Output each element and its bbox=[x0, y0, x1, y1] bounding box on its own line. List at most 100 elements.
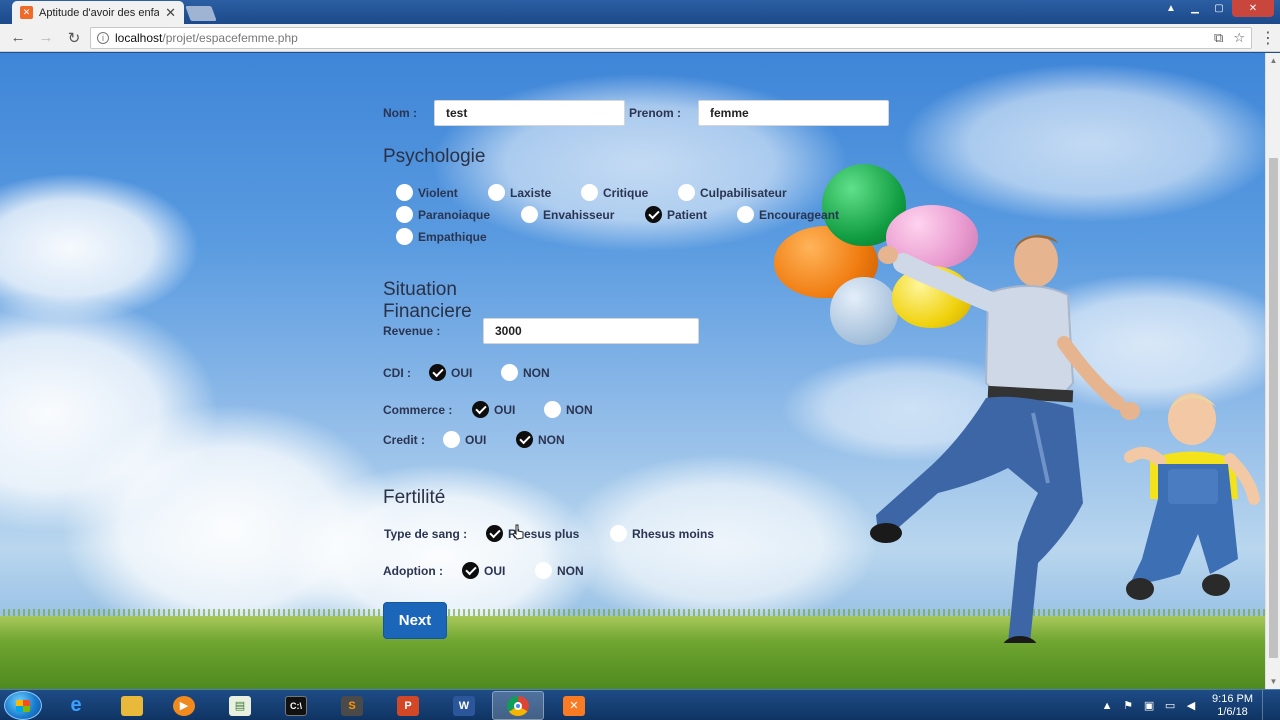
radio-critique[interactable]: Critique bbox=[581, 184, 648, 201]
rhesus-moins-radio[interactable]: Rhesus moins bbox=[610, 525, 714, 542]
radio-laxiste[interactable]: Laxiste bbox=[488, 184, 551, 201]
scroll-thumb[interactable] bbox=[1269, 158, 1278, 658]
adoption-oui-dot[interactable] bbox=[462, 562, 479, 579]
browser-toolbar: ← → ↻ i localhost/projet/espacefemme.php… bbox=[0, 24, 1280, 52]
page-scrollbar[interactable]: ▲ ▼ bbox=[1265, 53, 1280, 689]
rhesus-moins-dot[interactable] bbox=[610, 525, 627, 542]
tray-expand-icon[interactable]: ▲ bbox=[1101, 700, 1113, 712]
commerce-non-radio[interactable]: NON bbox=[544, 401, 593, 418]
taskbar-notepad[interactable]: ▤ bbox=[214, 691, 266, 720]
revenue-input[interactable]: 3000 bbox=[483, 318, 699, 344]
translate-icon[interactable]: ⧉ bbox=[1214, 30, 1223, 46]
cdi-oui-dot[interactable] bbox=[429, 364, 446, 381]
rhesus-plus-radio[interactable]: Rhesus plus bbox=[486, 525, 579, 542]
tab-close-icon[interactable]: ✕ bbox=[165, 5, 176, 21]
nom-label: Nom : bbox=[383, 106, 417, 120]
radio-patient-label: Patient bbox=[667, 207, 708, 222]
credit-non-label: NON bbox=[538, 432, 565, 447]
scroll-up-arrow-icon[interactable]: ▲ bbox=[1266, 53, 1280, 68]
adoption-non-radio[interactable]: NON bbox=[535, 562, 584, 579]
adoption-non-label: NON bbox=[557, 563, 584, 578]
folder-icon bbox=[121, 695, 143, 716]
network-icon[interactable]: ▭ bbox=[1164, 700, 1176, 712]
cdi-non-dot[interactable] bbox=[501, 364, 518, 381]
radio-patient-dot[interactable] bbox=[645, 206, 662, 223]
cdi-oui-radio[interactable]: OUI bbox=[429, 364, 472, 381]
maximize-icon[interactable]: ▢ bbox=[1208, 0, 1230, 17]
taskbar-media-player[interactable]: ▶ bbox=[158, 691, 210, 720]
new-tab-button[interactable] bbox=[185, 6, 217, 21]
adoption-label: Adoption : bbox=[383, 564, 443, 578]
show-desktop-button[interactable] bbox=[1262, 690, 1272, 720]
url-path: /projet/espacefemme.php bbox=[162, 30, 298, 45]
radio-envahisseur[interactable]: Envahisseur bbox=[521, 206, 614, 223]
taskbar-xampp[interactable]: ✕ bbox=[548, 691, 600, 720]
browser-tab[interactable]: ✕ Aptitude d'avoir des enfants ✕ bbox=[12, 1, 184, 24]
windows-logo-icon bbox=[16, 700, 30, 712]
radio-laxiste-dot[interactable] bbox=[488, 184, 505, 201]
powerpoint-icon: P bbox=[397, 695, 419, 716]
nom-input[interactable]: test bbox=[434, 100, 625, 126]
prenom-label: Prenom : bbox=[629, 106, 682, 120]
taskbar-word[interactable]: W bbox=[438, 691, 490, 720]
radio-envahisseur-dot[interactable] bbox=[521, 206, 538, 223]
adoption-non-dot[interactable] bbox=[535, 562, 552, 579]
commerce-oui-label: OUI bbox=[494, 402, 516, 417]
revenue-label: Revenue : bbox=[383, 324, 441, 338]
media-player-icon: ▶ bbox=[173, 695, 195, 716]
commerce-oui-dot[interactable] bbox=[472, 401, 489, 418]
reload-icon[interactable]: ↻ bbox=[62, 27, 86, 49]
rhesus-plus-dot[interactable] bbox=[486, 525, 503, 542]
back-arrow-icon[interactable]: ← bbox=[6, 27, 30, 49]
radio-paranoiaque-dot[interactable] bbox=[396, 206, 413, 223]
action-center-flag-icon[interactable]: ⚑ bbox=[1122, 700, 1134, 712]
prenom-input[interactable]: femme bbox=[698, 100, 889, 126]
taskbar-sublime-text[interactable]: S bbox=[326, 691, 378, 720]
chrome-menu-icon[interactable]: ⋮ bbox=[1260, 28, 1276, 48]
taskbar-internet-explorer[interactable]: e bbox=[50, 691, 102, 720]
taskbar-chrome[interactable] bbox=[492, 691, 544, 720]
jumping-father-image bbox=[870, 235, 1140, 643]
radio-patient[interactable]: Patient bbox=[645, 206, 707, 223]
radio-empathique[interactable]: Empathique bbox=[396, 228, 487, 245]
radio-empathique-label: Empathique bbox=[418, 229, 487, 244]
page-viewport: Nom : test Prenom : femme Psychologie Vi… bbox=[0, 53, 1265, 689]
next-button[interactable]: Next bbox=[383, 602, 447, 639]
taskbar-powerpoint[interactable]: P bbox=[382, 691, 434, 720]
forward-arrow-icon[interactable]: → bbox=[34, 27, 58, 49]
radio-paranoiaque[interactable]: Paranoiaque bbox=[396, 206, 490, 223]
start-button[interactable] bbox=[4, 691, 42, 720]
credit-oui-dot[interactable] bbox=[443, 431, 460, 448]
clock-time: 9:16 PM bbox=[1212, 692, 1253, 705]
user-icon[interactable]: ▲ bbox=[1160, 0, 1182, 17]
xampp-favicon-icon: ✕ bbox=[20, 6, 33, 19]
address-bar[interactable]: i localhost/projet/espacefemme.php ⧉ ☆ bbox=[90, 26, 1252, 49]
credit-non-radio[interactable]: NON bbox=[516, 431, 565, 448]
tab-title: Aptitude d'avoir des enfants bbox=[39, 6, 160, 19]
radio-encourageant[interactable]: Encourageant bbox=[737, 206, 839, 223]
radio-encourageant-dot[interactable] bbox=[737, 206, 754, 223]
radio-culpabilisateur[interactable]: Culpabilisateur bbox=[678, 184, 787, 201]
tray-app-icon[interactable]: ▣ bbox=[1143, 700, 1155, 712]
taskbar-command-prompt[interactable]: C:\ bbox=[270, 691, 322, 720]
credit-oui-radio[interactable]: OUI bbox=[443, 431, 486, 448]
radio-violent-label: Violent bbox=[418, 185, 458, 200]
volume-icon[interactable]: ◀ bbox=[1185, 700, 1197, 712]
adoption-oui-radio[interactable]: OUI bbox=[462, 562, 505, 579]
radio-violent[interactable]: Violent bbox=[396, 184, 458, 201]
radio-empathique-dot[interactable] bbox=[396, 228, 413, 245]
commerce-non-dot[interactable] bbox=[544, 401, 561, 418]
credit-non-dot[interactable] bbox=[516, 431, 533, 448]
cdi-non-radio[interactable]: NON bbox=[501, 364, 550, 381]
window-close-icon[interactable]: ✕ bbox=[1232, 0, 1274, 17]
taskbar-file-explorer[interactable] bbox=[106, 691, 158, 720]
radio-violent-dot[interactable] bbox=[396, 184, 413, 201]
commerce-oui-radio[interactable]: OUI bbox=[472, 401, 515, 418]
radio-culpabilisateur-dot[interactable] bbox=[678, 184, 695, 201]
bookmark-star-icon[interactable]: ☆ bbox=[1233, 30, 1245, 46]
scroll-down-arrow-icon[interactable]: ▼ bbox=[1266, 674, 1280, 689]
taskbar-clock[interactable]: 9:16 PM 1/6/18 bbox=[1212, 693, 1253, 719]
minimize-icon[interactable]: ▁ bbox=[1184, 0, 1206, 17]
radio-critique-dot[interactable] bbox=[581, 184, 598, 201]
info-icon[interactable]: i bbox=[97, 31, 109, 44]
